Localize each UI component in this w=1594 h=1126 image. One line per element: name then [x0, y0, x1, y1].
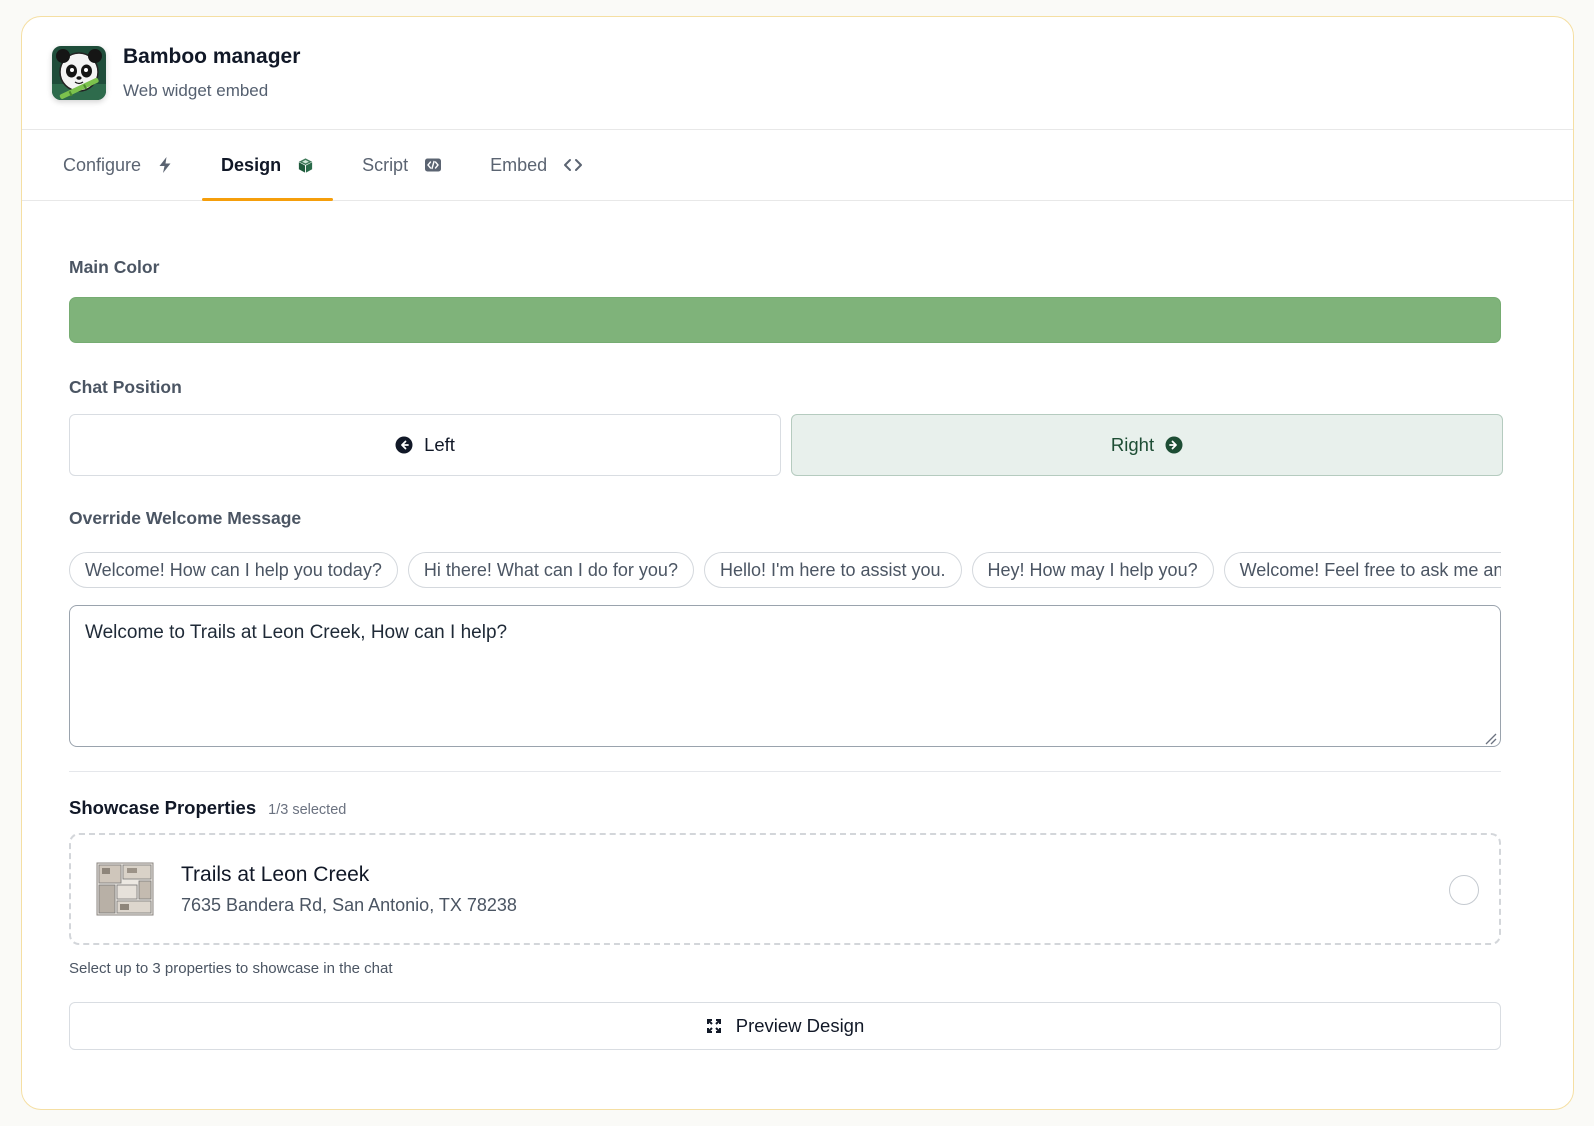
bolt-icon [157, 156, 173, 174]
welcome-suggestions: Welcome! How can I help you today? Hi th… [69, 552, 1501, 588]
position-left-label: Left [424, 434, 455, 455]
floorplan-thumbnail [93, 859, 157, 919]
suggestion-chip[interactable]: Welcome! Feel free to ask me anything. [1223, 552, 1501, 588]
tab-label: Embed [490, 154, 548, 175]
suggestion-chip[interactable]: Hi there! What can I do for you? [407, 552, 694, 588]
position-right-button[interactable]: Right [791, 414, 1503, 476]
tab-design[interactable]: Design [201, 130, 334, 201]
tab-bar: Configure Design Script Embed [22, 130, 1573, 201]
cube-icon [297, 157, 314, 174]
position-left-button[interactable]: Left [69, 414, 781, 476]
chat-position-toggle: Left Right [69, 414, 1503, 476]
welcome-message-label: Override Welcome Message [69, 508, 302, 528]
main-color-picker[interactable] [69, 297, 1501, 343]
preview-design-button[interactable]: Preview Design [69, 1002, 1501, 1050]
property-select-radio[interactable] [1449, 875, 1479, 905]
expand-icon [706, 1018, 722, 1034]
showcase-title: Showcase Properties [69, 797, 257, 818]
position-right-label: Right [1110, 434, 1155, 455]
suggestion-chip[interactable]: Hey! How may I help you? [971, 552, 1214, 588]
tab-label: Design [221, 154, 282, 175]
tab-label: Configure [63, 154, 142, 175]
tab-configure[interactable]: Configure [43, 130, 193, 200]
design-panel: Main Color Chat Position Left Right Over… [22, 257, 1573, 1050]
showcase-header: Showcase Properties 1/3 selected [69, 797, 1526, 819]
code-badge-icon [424, 157, 442, 173]
tab-script[interactable]: Script [342, 130, 462, 200]
main-color-label: Main Color [69, 257, 160, 277]
arrow-right-circle-icon [1165, 436, 1183, 454]
welcome-message-text: Welcome to Trails at Leon Creek, How can… [85, 622, 508, 643]
property-card[interactable]: Trails at Leon Creek 7635 Bandera Rd, Sa… [69, 833, 1501, 945]
property-address: 7635 Bandera Rd, San Antonio, TX 78238 [181, 894, 517, 915]
app-subtitle: Web widget embed [123, 81, 269, 100]
arrow-left-circle-icon [395, 436, 413, 454]
chat-position-label: Chat Position [69, 377, 182, 397]
section-divider [69, 771, 1501, 772]
welcome-message-textarea[interactable]: Welcome to Trails at Leon Creek, How can… [69, 605, 1501, 747]
property-name: Trails at Leon Creek [181, 862, 370, 886]
app-title: Bamboo manager [123, 45, 301, 68]
suggestion-chip[interactable]: Hello! I'm here to assist you. [703, 552, 962, 588]
showcase-hint: Select up to 3 properties to showcase in… [69, 960, 393, 977]
panda-logo-icon [52, 46, 106, 100]
preview-design-label: Preview Design [735, 1015, 865, 1036]
tab-label: Script [362, 154, 409, 175]
resize-handle-icon[interactable] [1483, 729, 1497, 745]
tab-embed[interactable]: Embed [470, 130, 603, 200]
angle-brackets-icon [563, 157, 583, 173]
showcase-count: 1/3 selected [268, 802, 347, 818]
widget-card: Bamboo manager Web widget embed Configur… [21, 16, 1574, 1110]
suggestion-chip[interactable]: Welcome! How can I help you today? [69, 552, 398, 588]
app-header: Bamboo manager Web widget embed [22, 17, 1573, 130]
